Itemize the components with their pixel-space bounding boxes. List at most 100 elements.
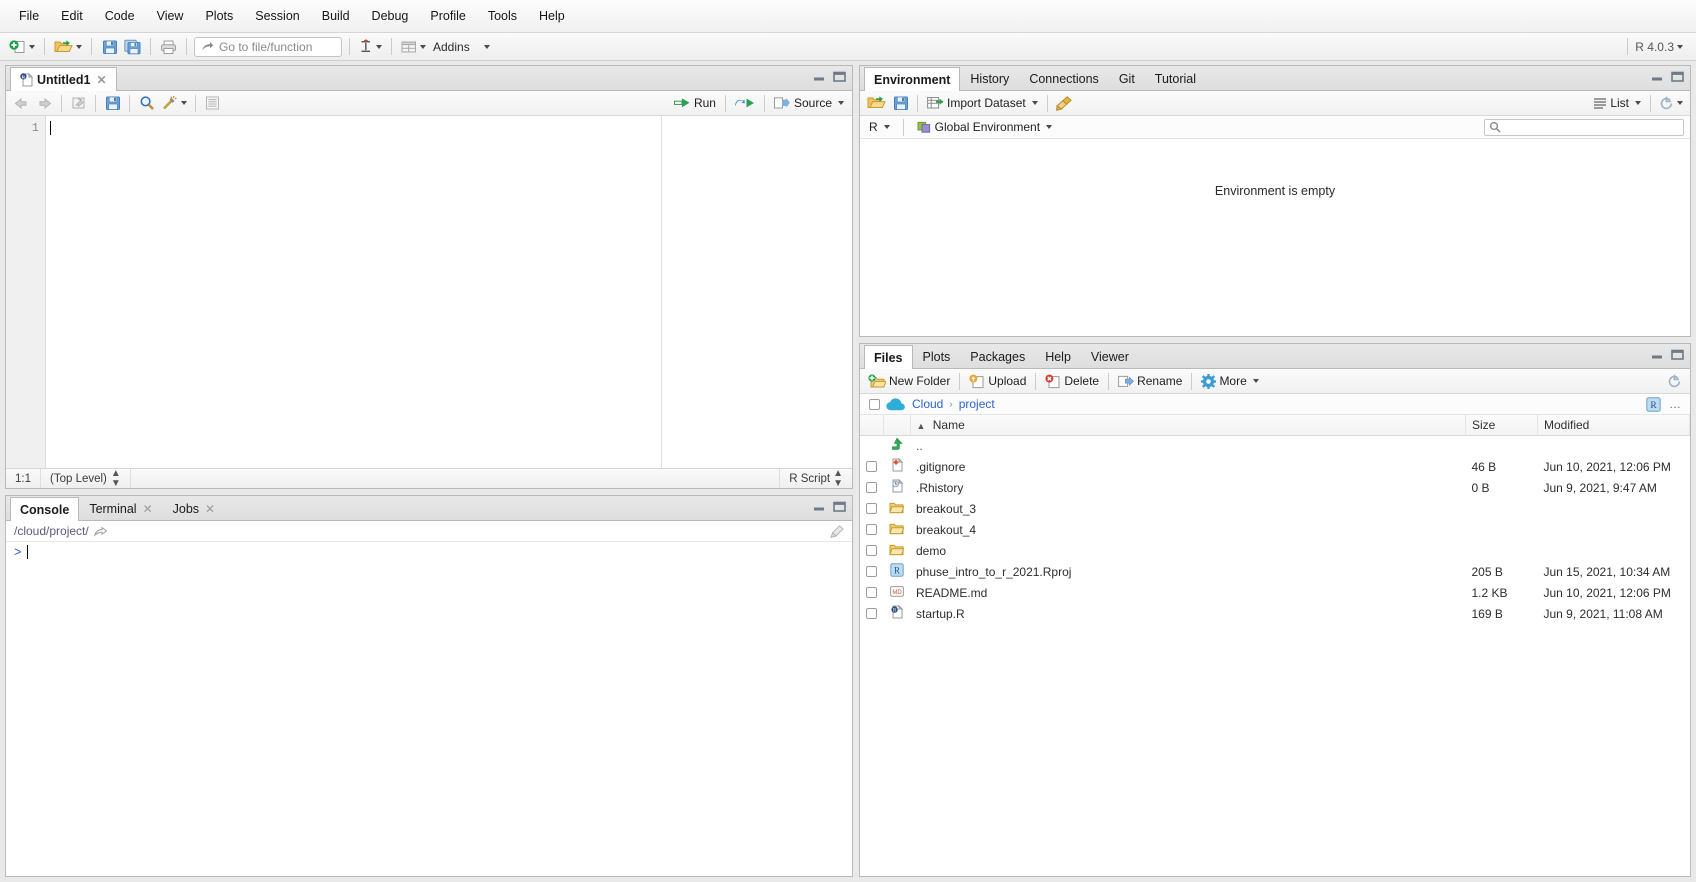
jobs-tab-close-icon[interactable]: ✕ [205, 502, 215, 516]
print-button[interactable] [158, 36, 179, 57]
breadcrumb-project[interactable]: project [959, 397, 995, 411]
source-outline-button[interactable] [202, 93, 223, 114]
row-name-cell[interactable]: startup.R [910, 603, 1466, 624]
menu-profile[interactable]: Profile [419, 6, 476, 26]
source-tab-untitled1[interactable]: R Untitled1 ✕ [10, 67, 117, 91]
environment-view-mode-button[interactable]: List [1590, 96, 1644, 110]
environment-language-selector[interactable]: R [866, 120, 893, 134]
row-name-cell[interactable]: breakout_3 [910, 498, 1466, 519]
tab-connections[interactable]: Connections [1019, 66, 1109, 90]
row-name-cell[interactable]: demo [910, 540, 1466, 561]
rproject-badge-icon[interactable]: R [1646, 396, 1661, 412]
environment-refresh-button[interactable] [1657, 93, 1685, 114]
menu-view[interactable]: View [146, 6, 195, 26]
r-version-selector[interactable]: R 4.0.3 [1635, 40, 1689, 54]
breadcrumb-overflow[interactable]: … [1669, 397, 1681, 411]
files-refresh-button[interactable] [1664, 371, 1685, 392]
source-run-button[interactable]: Run [671, 96, 719, 110]
source-source-button[interactable]: Source [771, 96, 847, 110]
row-checkbox[interactable] [866, 586, 877, 598]
menu-session[interactable]: Session [244, 6, 310, 26]
menu-tools[interactable]: Tools [477, 6, 528, 26]
row-checkbox[interactable] [866, 607, 877, 619]
minimize-icon[interactable] [813, 71, 826, 82]
global-environment-selector[interactable]: Global Environment [914, 120, 1055, 134]
environment-search-input[interactable] [1484, 118, 1684, 136]
scope-selector[interactable]: (Top Level) ▲ ▼ [41, 468, 131, 488]
row-checkbox[interactable] [866, 460, 877, 472]
minimize-icon[interactable] [813, 501, 826, 512]
tab-files[interactable]: Files [864, 345, 913, 369]
menu-debug[interactable]: Debug [361, 6, 420, 26]
console-clear-icon[interactable] [829, 524, 844, 538]
menu-build[interactable]: Build [311, 6, 361, 26]
source-editor-body[interactable]: 1 [6, 116, 852, 468]
table-row[interactable]: .gitignore 46 B Jun 10, 2021, 12:06 PM [860, 456, 1690, 477]
maximize-icon[interactable] [1671, 71, 1684, 82]
clear-objects-button[interactable] [1054, 93, 1075, 114]
row-name-cell[interactable]: phuse_intro_to_r_2021.Rproj [910, 561, 1466, 582]
addins-button[interactable]: Addins [430, 40, 473, 54]
menu-file[interactable]: File [8, 6, 50, 26]
minimize-icon[interactable] [1651, 71, 1664, 82]
menu-code[interactable]: Code [94, 6, 146, 26]
col-modified[interactable]: Modified [1537, 415, 1690, 436]
save-button[interactable] [99, 36, 120, 57]
source-rerun-button[interactable] [732, 93, 758, 114]
col-size[interactable]: Size [1465, 415, 1538, 436]
row-name-cell[interactable]: README.md [910, 582, 1466, 603]
terminal-tab-close-icon[interactable]: ✕ [143, 502, 153, 516]
source-find-button[interactable] [136, 93, 157, 114]
workspace-panes-button[interactable] [357, 36, 384, 57]
table-row[interactable]: .. [860, 435, 1690, 456]
table-row[interactable]: MD README.md 1.2 KB Jun 10, 2021, 12:06 … [860, 582, 1690, 603]
source-code-tools-button[interactable] [159, 93, 189, 114]
more-button[interactable]: More [1198, 373, 1261, 389]
table-row[interactable]: breakout_3 [860, 498, 1690, 519]
row-checkbox[interactable] [866, 565, 877, 577]
source-tab-close-icon[interactable]: ✕ [96, 73, 106, 87]
tab-git[interactable]: Git [1109, 66, 1145, 90]
editor-code-area[interactable] [46, 116, 852, 468]
view-in-files-icon[interactable] [93, 526, 108, 537]
tab-plots[interactable]: Plots [913, 344, 961, 368]
source-popout-button[interactable] [68, 93, 89, 114]
file-type-selector[interactable]: R Script ▲ ▼ [779, 468, 852, 488]
save-workspace-button[interactable] [890, 93, 911, 114]
open-file-button[interactable] [52, 36, 84, 57]
addins-caret-button[interactable] [475, 36, 496, 57]
delete-button[interactable]: Delete [1042, 374, 1102, 389]
rename-button[interactable]: Rename [1115, 374, 1185, 388]
console-output[interactable]: > [6, 542, 852, 876]
new-file-button[interactable] [7, 36, 37, 57]
row-checkbox[interactable] [866, 544, 877, 556]
console-tab-jobs[interactable]: Jobs ✕ [163, 496, 225, 520]
minimize-icon[interactable] [1651, 349, 1664, 360]
tab-tutorial[interactable]: Tutorial [1145, 66, 1206, 90]
maximize-icon[interactable] [833, 71, 846, 82]
table-row[interactable]: R phuse_intro_to_r_2021.Rproj 205 B Jun … [860, 561, 1690, 582]
tab-environment[interactable]: Environment [864, 67, 961, 91]
row-name-cell[interactable]: breakout_4 [910, 519, 1466, 540]
table-row[interactable]: demo [860, 540, 1690, 561]
new-folder-button[interactable]: New Folder [865, 373, 953, 389]
menu-help[interactable]: Help [528, 6, 576, 26]
row-checkbox[interactable] [866, 502, 877, 514]
tab-history[interactable]: History [960, 66, 1019, 90]
row-name-cell[interactable]: .gitignore [910, 456, 1466, 477]
import-dataset-button[interactable]: Import Dataset [924, 96, 1041, 110]
goto-file-function-input[interactable]: Go to file/function [194, 36, 342, 57]
table-row[interactable]: R startup.R 169 B Jun 9, 2021, 11:08 AM [860, 603, 1690, 624]
menu-edit[interactable]: Edit [50, 6, 94, 26]
console-tab-terminal[interactable]: Terminal ✕ [79, 496, 162, 520]
menu-plots[interactable]: Plots [194, 6, 244, 26]
tab-packages[interactable]: Packages [960, 344, 1035, 368]
row-name-cell[interactable]: .Rhistory [910, 477, 1466, 498]
row-checkbox[interactable] [866, 523, 877, 535]
table-row[interactable]: .Rhistory 0 B Jun 9, 2021, 9:47 AM [860, 477, 1690, 498]
console-tab-console[interactable]: Console [10, 497, 80, 521]
console-working-directory[interactable]: /cloud/project/ [6, 521, 852, 542]
table-row[interactable]: breakout_4 [860, 519, 1690, 540]
maximize-icon[interactable] [833, 501, 846, 512]
source-save-button[interactable] [102, 93, 123, 114]
